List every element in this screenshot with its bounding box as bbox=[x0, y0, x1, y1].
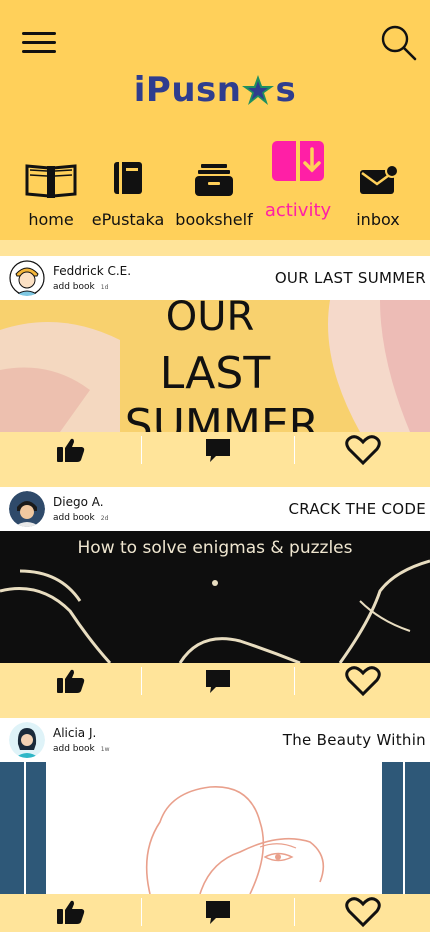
card-header: Feddrick C.E. add book 1d OUR LAST SUMMER bbox=[0, 256, 430, 300]
card-action-bar bbox=[0, 663, 430, 699]
nav-item-inbox[interactable]: inbox bbox=[333, 138, 423, 234]
heart-icon bbox=[344, 435, 381, 466]
nav-label-inbox: inbox bbox=[356, 210, 400, 229]
action-label: add book bbox=[53, 282, 95, 292]
thumbs-up-icon bbox=[56, 669, 84, 693]
time-label: 1w bbox=[100, 746, 110, 753]
like-button[interactable] bbox=[0, 894, 141, 930]
card-header: Alicia J. add book 1w The Beauty Within bbox=[0, 718, 430, 762]
heart-icon bbox=[344, 666, 381, 697]
star-logo-icon bbox=[242, 75, 275, 105]
shelf-box-icon bbox=[195, 164, 233, 196]
book-cover[interactable]: OUR LAST SUMMER bbox=[0, 300, 430, 432]
nav-item-epustaka[interactable]: ePustaka bbox=[83, 138, 173, 234]
comment-icon bbox=[206, 901, 230, 924]
avatar[interactable] bbox=[9, 260, 45, 296]
heart-icon bbox=[344, 897, 381, 928]
favorite-button[interactable] bbox=[295, 894, 430, 930]
avatar[interactable] bbox=[9, 491, 45, 527]
user-name[interactable]: Alicia J. bbox=[53, 726, 96, 740]
feed-card: Diego A. add book 2d CRACK THE CODE How t… bbox=[0, 487, 430, 699]
card-header: Diego A. add book 2d CRACK THE CODE bbox=[0, 487, 430, 531]
cover-line-2: LAST bbox=[160, 348, 271, 399]
activity-text: add book 1d bbox=[53, 282, 108, 292]
search-icon[interactable] bbox=[380, 24, 418, 62]
nav-bar: home ePustaka bookshelf activity inbox bbox=[0, 138, 430, 234]
nav-label-bookshelf: bookshelf bbox=[175, 210, 253, 229]
comment-button[interactable] bbox=[142, 663, 294, 699]
comment-button[interactable] bbox=[142, 894, 294, 930]
time-label: 1d bbox=[100, 284, 109, 291]
book-title[interactable]: CRACK THE CODE bbox=[288, 500, 426, 518]
like-button[interactable] bbox=[0, 663, 141, 699]
activity-text: add book 2d bbox=[53, 513, 108, 523]
book-title[interactable]: The Beauty Within bbox=[283, 731, 426, 749]
hamburger-icon[interactable] bbox=[22, 30, 56, 54]
app-header: iPusn s home ePustaka bookshelf activity… bbox=[0, 0, 430, 240]
comment-icon bbox=[206, 439, 230, 462]
like-button[interactable] bbox=[0, 432, 141, 468]
activity-text: add book 1w bbox=[53, 744, 109, 754]
nav-label-activity: activity bbox=[264, 200, 332, 221]
mail-notification-icon bbox=[360, 164, 398, 194]
logo-tail: s bbox=[275, 70, 297, 110]
cover-subtitle: How to solve enigmas & puzzles bbox=[78, 538, 353, 558]
user-name[interactable]: Feddrick C.E. bbox=[53, 264, 131, 278]
user-name[interactable]: Diego A. bbox=[53, 495, 104, 509]
book-icon bbox=[114, 162, 142, 194]
logo-text: iPusn bbox=[133, 70, 242, 110]
cover-line-3: SUMMER bbox=[125, 400, 319, 432]
activity-download-icon bbox=[272, 141, 324, 181]
comment-icon bbox=[206, 670, 230, 693]
thumbs-up-icon bbox=[56, 438, 84, 462]
feed-card: Feddrick C.E. add book 1d OUR LAST SUMMER… bbox=[0, 256, 430, 468]
card-action-bar bbox=[0, 432, 430, 468]
time-label: 2d bbox=[100, 515, 109, 522]
thumbs-up-icon bbox=[56, 900, 84, 924]
action-label: add book bbox=[53, 744, 95, 754]
comment-button[interactable] bbox=[142, 432, 294, 468]
app-logo: iPusn s bbox=[0, 68, 430, 112]
avatar[interactable] bbox=[9, 722, 45, 758]
nav-item-bookshelf[interactable]: bookshelf bbox=[169, 138, 259, 234]
nav-label-epustaka: ePustaka bbox=[91, 210, 165, 229]
favorite-button[interactable] bbox=[295, 432, 430, 468]
book-title[interactable]: OUR LAST SUMMER bbox=[275, 269, 426, 287]
favorite-button[interactable] bbox=[295, 663, 430, 699]
card-action-bar bbox=[0, 894, 430, 932]
book-cover[interactable]: How to solve enigmas & puzzles bbox=[0, 531, 430, 663]
feed-card: Alicia J. add book 1w The Beauty Within bbox=[0, 718, 430, 932]
cover-line-1: OUR bbox=[166, 300, 255, 340]
open-book-icon bbox=[25, 164, 77, 198]
book-cover[interactable] bbox=[0, 762, 430, 894]
nav-item-activity[interactable]: activity bbox=[253, 138, 343, 234]
action-label: add book bbox=[53, 513, 95, 523]
